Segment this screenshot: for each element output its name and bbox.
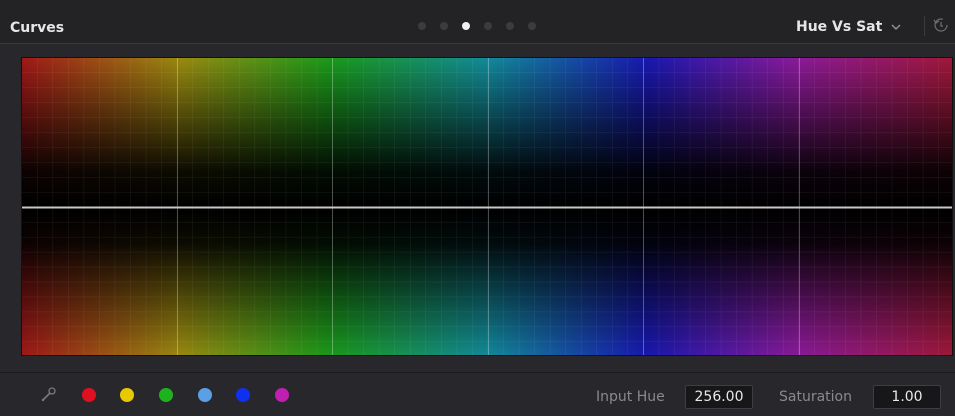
swatch-red[interactable] bbox=[82, 388, 96, 402]
curves-header: Curves Hue Vs Sat bbox=[0, 0, 955, 44]
page-indicator bbox=[418, 21, 536, 31]
curve-mode-label: Hue Vs Sat bbox=[796, 19, 883, 35]
page-dot[interactable] bbox=[418, 22, 426, 30]
swatch-magenta[interactable] bbox=[275, 388, 289, 402]
eyedropper-icon[interactable] bbox=[40, 385, 58, 403]
page-dot[interactable] bbox=[506, 22, 514, 30]
page-dot[interactable] bbox=[440, 22, 448, 30]
page-dot[interactable] bbox=[484, 22, 492, 30]
swatch-yellow[interactable] bbox=[120, 388, 134, 402]
page-dot[interactable] bbox=[528, 22, 536, 30]
input-hue-label: Input Hue bbox=[596, 389, 665, 405]
saturation-field[interactable]: 1.00 bbox=[873, 385, 941, 409]
page-dot-active[interactable] bbox=[462, 22, 470, 30]
curve-controls: Input Hue 256.00 Saturation 1.00 bbox=[0, 372, 955, 416]
reset-icon[interactable] bbox=[932, 16, 950, 34]
curve-graph-svg[interactable] bbox=[22, 58, 953, 356]
swatch-cyan[interactable] bbox=[198, 388, 212, 402]
chevron-down-icon bbox=[891, 24, 901, 30]
header-divider bbox=[924, 16, 925, 36]
input-hue-field[interactable]: 256.00 bbox=[685, 385, 753, 409]
swatch-blue[interactable] bbox=[236, 388, 250, 402]
saturation-label: Saturation bbox=[779, 389, 852, 405]
swatch-green[interactable] bbox=[159, 388, 173, 402]
curve-graph[interactable] bbox=[21, 57, 953, 356]
curve-mode-dropdown[interactable]: Hue Vs Sat bbox=[796, 16, 902, 38]
panel-title: Curves bbox=[10, 20, 65, 36]
